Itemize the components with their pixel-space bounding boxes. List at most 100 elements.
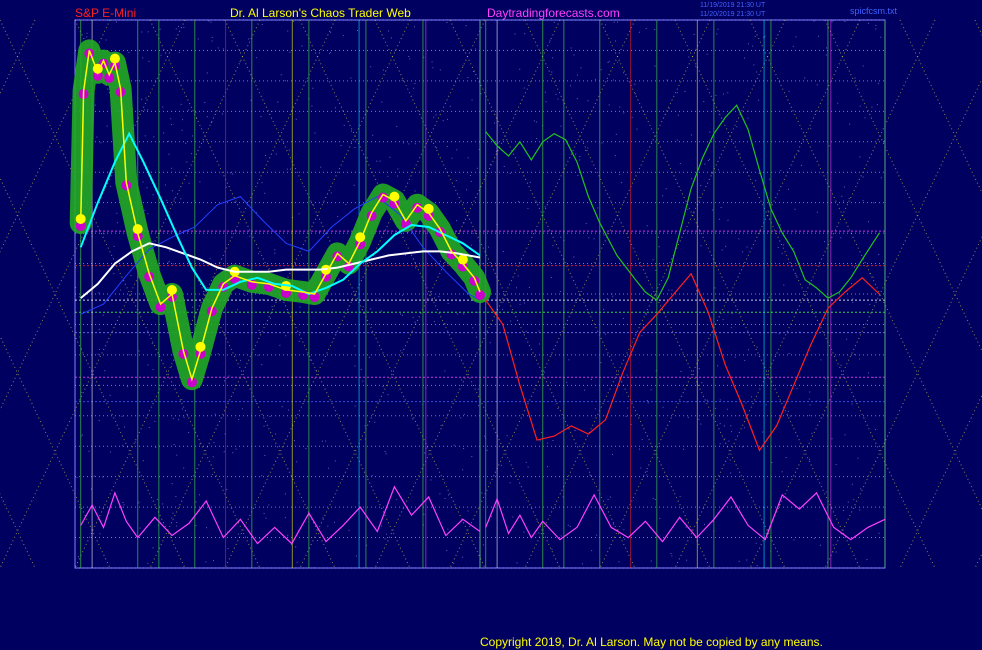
star-dot [662, 195, 664, 197]
star-dot [781, 252, 783, 254]
star-dot [789, 415, 791, 417]
star-dot [195, 111, 197, 113]
star-dot [199, 181, 201, 183]
star-dot [222, 113, 223, 115]
star-dot [176, 454, 178, 456]
star-dot [284, 80, 286, 82]
star-dot [771, 462, 773, 464]
star-dot [779, 224, 781, 226]
star-dot [316, 539, 318, 541]
star-dot [860, 488, 862, 490]
star-dot [86, 32, 88, 34]
star-dot [171, 124, 173, 126]
star-dot [186, 161, 188, 163]
star-dot [569, 230, 571, 232]
star-dot [567, 524, 569, 526]
star-dot [824, 378, 826, 380]
star-dot [75, 286, 77, 288]
star-dot [576, 98, 578, 100]
star-dot [385, 453, 387, 455]
star-dot [602, 308, 604, 310]
star-dot [81, 434, 83, 436]
star-dot [810, 128, 812, 130]
star-dot [483, 544, 485, 546]
star-dot [510, 475, 512, 477]
star-dot [381, 101, 383, 103]
star-dot [435, 114, 437, 116]
star-dot [518, 201, 520, 203]
star-dot [145, 97, 147, 99]
star-dot [670, 552, 672, 554]
star-dot [647, 402, 649, 404]
star-dot [813, 537, 815, 539]
star-dot [370, 308, 372, 310]
star-dot [471, 99, 473, 101]
star-dot [843, 186, 845, 188]
star-dot [844, 434, 846, 436]
star-dot [574, 430, 576, 432]
star-dot [717, 28, 719, 30]
star-dot [188, 182, 190, 184]
star-dot [446, 549, 448, 551]
star-dot [618, 561, 620, 563]
star-dot [269, 317, 271, 319]
star-dot [581, 563, 583, 565]
star-dot [646, 474, 648, 476]
star-dot [590, 378, 592, 380]
star-dot [330, 51, 332, 53]
star-dot [721, 249, 723, 251]
star-dot [424, 452, 426, 454]
star-dot [162, 106, 164, 108]
star-dot [646, 400, 648, 402]
star-dot [746, 246, 748, 248]
star-dot [127, 386, 129, 388]
star-dot [641, 439, 643, 441]
star-dot [841, 195, 843, 197]
star-dot [372, 134, 374, 136]
star-dot [208, 20, 210, 22]
star-dot [381, 525, 382, 527]
star-dot [654, 65, 656, 67]
star-dot [467, 77, 469, 79]
star-dot [178, 25, 180, 27]
star-dot [249, 235, 251, 237]
star-dot [362, 306, 364, 308]
star-dot [514, 33, 516, 35]
star-dot [385, 533, 387, 535]
star-dot [311, 105, 313, 107]
star-dot [408, 143, 410, 145]
star-dot [533, 120, 535, 122]
star-dot [584, 149, 586, 151]
star-dot [794, 208, 796, 210]
star-dot [205, 561, 207, 563]
star-dot [539, 343, 541, 345]
star-dot [878, 254, 880, 256]
star-dot [726, 408, 728, 410]
star-dot [147, 364, 149, 366]
star-dot [447, 494, 449, 496]
star-dot [666, 79, 668, 81]
star-dot [746, 559, 748, 561]
star-dot [370, 66, 372, 68]
star-dot [835, 464, 837, 466]
star-dot [164, 184, 166, 186]
star-dot [296, 561, 298, 563]
star-dot [183, 26, 185, 28]
star-dot [703, 101, 705, 103]
star-dot [449, 105, 451, 107]
star-dot [148, 426, 150, 428]
star-dot [226, 488, 228, 490]
star-dot [755, 180, 757, 182]
star-dot [327, 525, 329, 527]
star-dot [552, 439, 554, 441]
star-dot [583, 389, 585, 391]
star-dot [263, 425, 265, 427]
star-dot [612, 295, 614, 297]
star-dot [650, 560, 652, 562]
star-dot [686, 559, 688, 561]
star-dot [173, 444, 175, 446]
star-dot [380, 310, 382, 312]
star-dot [715, 94, 717, 96]
star-dot [573, 54, 575, 56]
star-dot [758, 99, 760, 101]
